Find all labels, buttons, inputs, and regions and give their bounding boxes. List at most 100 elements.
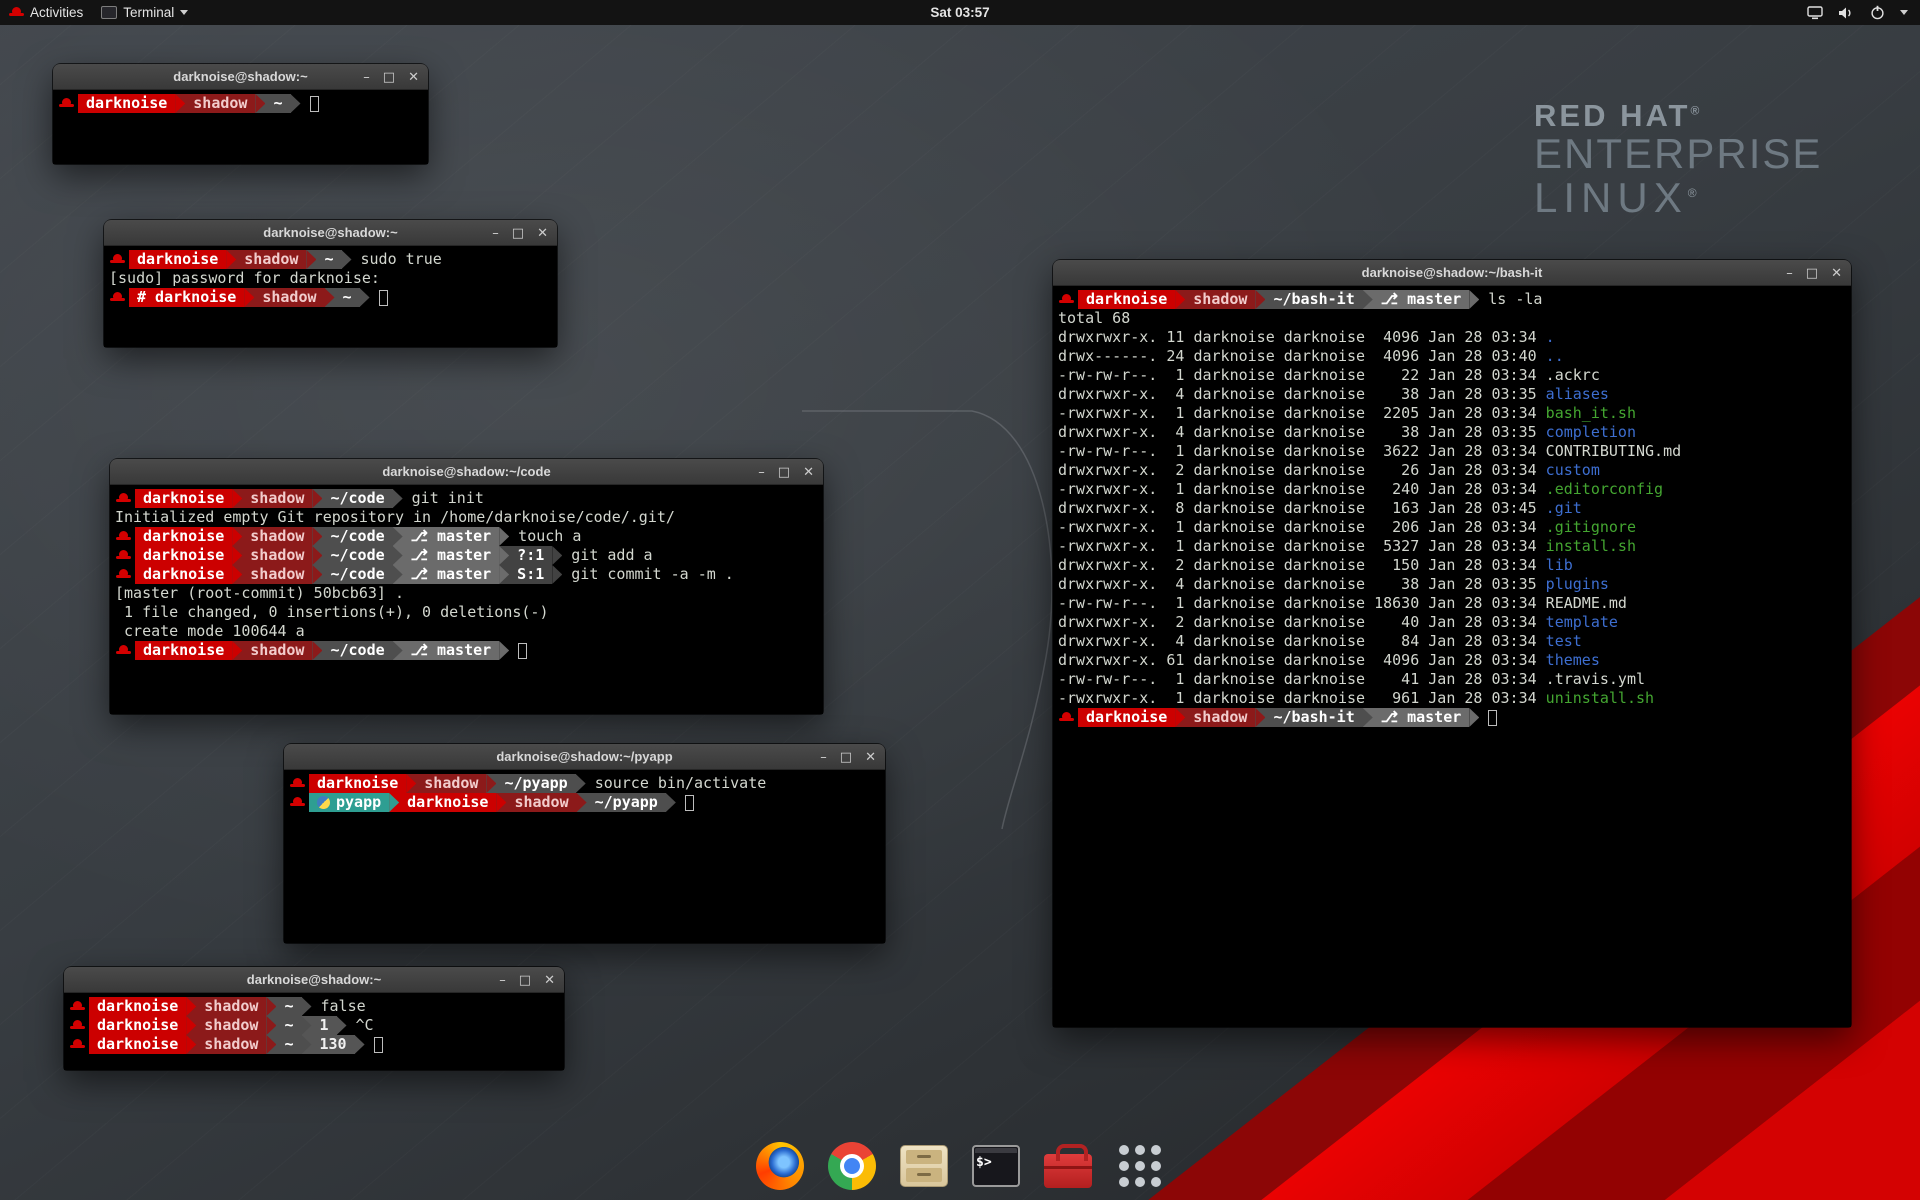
output-line: -rwxrwxr-x. 1 darknoise darknoise 240 Ja… xyxy=(1058,480,1846,499)
display-icon xyxy=(1807,6,1823,20)
clock[interactable]: Sat 03:57 xyxy=(930,5,989,20)
powerline-arrow-icon xyxy=(291,94,301,113)
output-line: drwxrwxr-x. 2 darknoise darknoise 40 Jan… xyxy=(1058,613,1846,632)
window-titlebar[interactable]: darknoise@shadow:~/pyapp–□✕ xyxy=(284,744,885,770)
output-line: -rwxrwxr-x. 1 darknoise darknoise 206 Ja… xyxy=(1058,518,1846,537)
terminal-window[interactable]: darknoise@shadow:~–□✕darknoiseshadow~sud… xyxy=(104,220,557,347)
window-title: darknoise@shadow:~/code xyxy=(382,464,550,479)
output-line: drwxrwxr-x. 2 darknoise darknoise 150 Ja… xyxy=(1058,556,1846,575)
terminal-body[interactable]: darknoiseshadow~ xyxy=(53,90,428,164)
prompt-segment-host: shadow xyxy=(242,565,312,584)
maximize-button[interactable]: □ xyxy=(840,750,852,765)
terminal-body[interactable]: darknoiseshadow~falsedarknoiseshadow~1^C… xyxy=(64,993,564,1070)
terminal-cursor xyxy=(518,643,527,659)
window-titlebar[interactable]: darknoise@shadow:~–□✕ xyxy=(64,967,564,993)
maximize-button[interactable]: □ xyxy=(512,226,524,241)
output-line: drwxrwxr-x. 61 darknoise darknoise 4096 … xyxy=(1058,651,1846,670)
close-button[interactable]: ✕ xyxy=(1831,266,1842,281)
windows-layer: darknoise@shadow:~–□✕darknoiseshadow~dar… xyxy=(0,0,1920,1200)
output-line: drwxrwxr-x. 8 darknoise darknoise 163 Ja… xyxy=(1058,499,1846,518)
window-titlebar[interactable]: darknoise@shadow:~–□✕ xyxy=(104,220,557,246)
prompt-segment-host: shadow xyxy=(196,1035,266,1054)
maximize-button[interactable]: □ xyxy=(383,70,395,85)
powerline-arrow-icon xyxy=(232,565,242,584)
output-line: -rw-rw-r--. 1 darknoise darknoise 3622 J… xyxy=(1058,442,1846,461)
directory-name: aliases xyxy=(1546,385,1609,404)
maximize-button[interactable]: □ xyxy=(778,465,790,480)
terminal-body[interactable]: darknoiseshadow~/codegit initInitialized… xyxy=(110,485,823,714)
window-titlebar[interactable]: darknoise@shadow:~/code –□ ✕ xyxy=(110,459,823,485)
maximize-button[interactable]: □ xyxy=(1806,266,1818,281)
terminal-body[interactable]: darknoiseshadow~/bash-it⎇ masterls -lato… xyxy=(1053,286,1851,1027)
dock-item-terminal[interactable]: $> xyxy=(968,1138,1024,1194)
terminal-window[interactable]: darknoise@shadow:~/bash-it–□✕darknoisesh… xyxy=(1053,260,1851,1027)
dock-item-chrome[interactable] xyxy=(824,1138,880,1194)
output-text: -rwxrwxr-x. 1 darknoise darknoise 240 Ja… xyxy=(1058,480,1546,499)
window-titlebar[interactable]: darknoise@shadow:~/bash-it–□✕ xyxy=(1053,260,1851,286)
redhat-prompt-icon xyxy=(116,569,131,580)
output-line: -rw-rw-r--. 1 darknoise darknoise 22 Jan… xyxy=(1058,366,1846,385)
gnome-top-bar: Activities Terminal Sat 03:57 xyxy=(0,0,1920,25)
terminal-window[interactable]: darknoise@shadow:~–□✕darknoiseshadow~ xyxy=(53,64,428,164)
prompt-line: darknoiseshadow~ xyxy=(58,94,423,113)
dock-item-toolbox[interactable] xyxy=(1040,1138,1096,1194)
output-line: drwxrwxr-x. 4 darknoise darknoise 38 Jan… xyxy=(1058,575,1846,594)
minimize-button[interactable]: – xyxy=(820,750,827,765)
power-icon xyxy=(1870,5,1885,20)
close-button[interactable]: ✕ xyxy=(537,226,548,241)
prompt-segment-host: shadow xyxy=(185,94,255,113)
maximize-button[interactable]: □ xyxy=(519,973,531,988)
prompt-segment-user: darknoise xyxy=(135,641,232,660)
output-text: drwxrwxr-x. 4 darknoise darknoise 38 Jan… xyxy=(1058,423,1546,442)
powerline-arrow-icon xyxy=(342,250,352,269)
close-button[interactable]: ✕ xyxy=(544,973,555,988)
terminal-window[interactable]: darknoise@shadow:~–□✕darknoiseshadow~fal… xyxy=(64,967,564,1070)
dock: $> xyxy=(0,1138,1920,1194)
python-icon xyxy=(317,796,330,809)
prompt-segment-host: shadow xyxy=(196,1016,266,1035)
powerline-arrow-icon xyxy=(389,793,399,812)
output-text: drwxrwxr-x. 2 darknoise darknoise 26 Jan… xyxy=(1058,461,1546,480)
prompt-segment-user: darknoise xyxy=(399,793,496,812)
terminal-icon-prompt: $> xyxy=(976,1155,992,1170)
powerline-arrow-icon xyxy=(312,565,322,584)
app-menu-terminal[interactable]: Terminal xyxy=(92,0,197,25)
executable-name: .editorconfig xyxy=(1546,480,1663,499)
dock-item-app-grid[interactable] xyxy=(1112,1138,1168,1194)
window-titlebar[interactable]: darknoise@shadow:~–□✕ xyxy=(53,64,428,90)
minimize-button[interactable]: – xyxy=(499,973,506,988)
prompt-segment-path: ~ xyxy=(276,997,301,1016)
terminal-body[interactable]: darknoiseshadow~/pyappsource bin/activat… xyxy=(284,770,885,943)
window-controls: –□ ✕ xyxy=(499,967,555,993)
terminal-body[interactable]: darknoiseshadow~sudo true[sudo] password… xyxy=(104,246,557,347)
prompt-segment-path: ~/code xyxy=(322,546,392,565)
output-text: drwxrwxr-x. 2 darknoise darknoise 40 Jan… xyxy=(1058,613,1546,632)
redhat-prompt-icon xyxy=(116,645,131,656)
prompt-line: darknoiseshadow~false xyxy=(69,997,559,1016)
prompt-segment-git: ⎇ master xyxy=(403,527,500,546)
output-text: -rwxrwxr-x. 1 darknoise darknoise 961 Ja… xyxy=(1058,689,1546,708)
dock-item-files[interactable] xyxy=(896,1138,952,1194)
minimize-button[interactable]: – xyxy=(758,465,765,480)
close-button[interactable]: ✕ xyxy=(408,70,419,85)
terminal-window[interactable]: darknoise@shadow:~/code–□✕darknoiseshado… xyxy=(110,459,823,714)
terminal-window[interactable]: darknoise@shadow:~/pyapp–□✕darknoiseshad… xyxy=(284,744,885,943)
prompt-segment-gitstat: ?:1 xyxy=(509,546,552,565)
drawer-bottom xyxy=(906,1168,942,1182)
activities-button[interactable]: Activities xyxy=(0,0,92,25)
minimize-button[interactable]: – xyxy=(363,70,370,85)
minimize-button[interactable]: – xyxy=(492,226,499,241)
prompt-line: darknoiseshadow~/codegit init xyxy=(115,489,818,508)
output-line: total 68 xyxy=(1058,309,1846,328)
directory-name: test xyxy=(1546,632,1582,651)
close-button[interactable]: ✕ xyxy=(803,465,814,480)
system-status-menu[interactable] xyxy=(1807,0,1920,25)
close-button[interactable]: ✕ xyxy=(865,750,876,765)
dock-item-firefox[interactable] xyxy=(752,1138,808,1194)
prompt-segment-path: ~ xyxy=(276,1016,301,1035)
output-line: create mode 100644 a xyxy=(115,622,818,641)
minimize-button[interactable]: – xyxy=(1786,266,1793,281)
powerline-arrow-icon xyxy=(232,489,242,508)
firefox-icon xyxy=(756,1142,804,1190)
window-controls: –□ ✕ xyxy=(758,459,814,485)
